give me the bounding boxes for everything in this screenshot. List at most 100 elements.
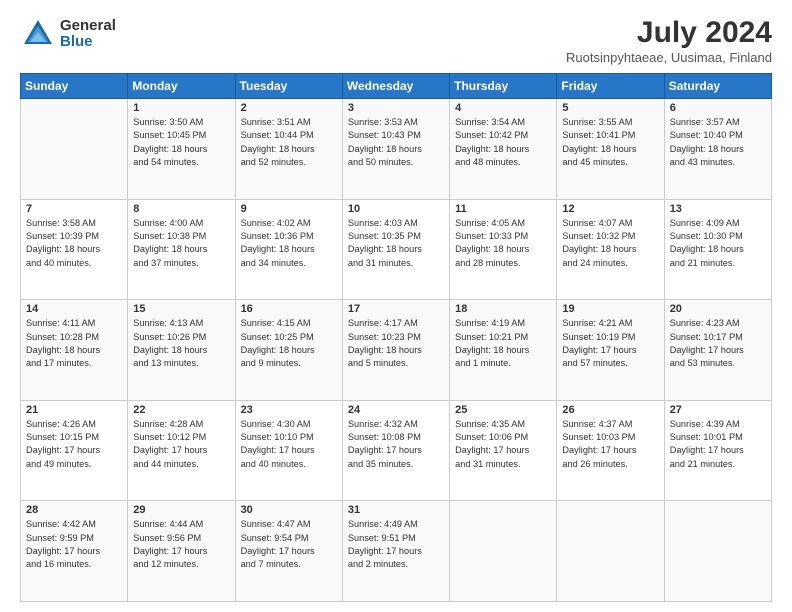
day-number: 23 — [241, 404, 337, 416]
calendar-week-4: 21 Sunrise: 4:26 AM Sunset: 10:15 PM Dayl… — [21, 400, 772, 501]
calendar-cell: 11 Sunrise: 4:05 AM Sunset: 10:33 PM Dayl… — [450, 199, 557, 300]
calendar-cell — [450, 501, 557, 602]
day-info: Sunrise: 4:47 AM Sunset: 9:54 PM Dayligh… — [241, 518, 337, 571]
calendar-cell: 6 Sunrise: 3:57 AM Sunset: 10:40 PM Dayli… — [664, 99, 771, 200]
calendar-header: Sunday Monday Tuesday Wednesday Thursday… — [21, 74, 772, 99]
calendar-cell — [21, 99, 128, 200]
day-info: Sunrise: 4:23 AM Sunset: 10:17 PM Daylig… — [670, 317, 766, 370]
col-friday: Friday — [557, 74, 664, 99]
calendar-cell: 25 Sunrise: 4:35 AM Sunset: 10:06 PM Dayl… — [450, 400, 557, 501]
calendar-cell: 26 Sunrise: 4:37 AM Sunset: 10:03 PM Dayl… — [557, 400, 664, 501]
day-number: 19 — [562, 303, 658, 315]
day-info: Sunrise: 4:39 AM Sunset: 10:01 PM Daylig… — [670, 418, 766, 471]
logo-general-text: General — [60, 18, 116, 35]
day-info: Sunrise: 4:35 AM Sunset: 10:06 PM Daylig… — [455, 418, 551, 471]
calendar-cell: 30 Sunrise: 4:47 AM Sunset: 9:54 PM Dayli… — [235, 501, 342, 602]
day-number: 29 — [133, 504, 229, 516]
calendar-cell: 7 Sunrise: 3:58 AM Sunset: 10:39 PM Dayli… — [21, 199, 128, 300]
day-number: 24 — [348, 404, 444, 416]
calendar-body: 1 Sunrise: 3:50 AM Sunset: 10:45 PM Dayli… — [21, 99, 772, 602]
calendar-cell — [557, 501, 664, 602]
col-monday: Monday — [128, 74, 235, 99]
day-number: 20 — [670, 303, 766, 315]
calendar-cell: 27Sunrise: 4:39 AM Sunset: 10:01 PM Dayl… — [664, 400, 771, 501]
col-thursday: Thursday — [450, 74, 557, 99]
day-info: Sunrise: 4:03 AM Sunset: 10:35 PM Daylig… — [348, 217, 444, 270]
day-number: 5 — [562, 102, 658, 114]
day-info: Sunrise: 3:50 AM Sunset: 10:45 PM Daylig… — [133, 116, 229, 169]
calendar-cell: 5Sunrise: 3:55 AM Sunset: 10:41 PM Dayli… — [557, 99, 664, 200]
calendar-week-3: 14 Sunrise: 4:11 AM Sunset: 10:28 PM Dayl… — [21, 300, 772, 401]
calendar-cell: 10 Sunrise: 4:03 AM Sunset: 10:35 PM Dayl… — [342, 199, 449, 300]
calendar-cell: 31Sunrise: 4:49 AM Sunset: 9:51 PM Dayli… — [342, 501, 449, 602]
day-number: 16 — [241, 303, 337, 315]
day-info: Sunrise: 4:11 AM Sunset: 10:28 PM Daylig… — [26, 317, 122, 370]
day-info: Sunrise: 4:17 AM Sunset: 10:23 PM Daylig… — [348, 317, 444, 370]
day-info: Sunrise: 4:05 AM Sunset: 10:33 PM Daylig… — [455, 217, 551, 270]
calendar-cell: 1 Sunrise: 3:50 AM Sunset: 10:45 PM Dayli… — [128, 99, 235, 200]
day-info: Sunrise: 4:21 AM Sunset: 10:19 PM Daylig… — [562, 317, 658, 370]
logo-text: General Blue — [60, 18, 116, 51]
day-number: 4 — [455, 102, 551, 114]
day-number: 1 — [133, 102, 229, 114]
calendar-cell: 23 Sunrise: 4:30 AM Sunset: 10:10 PM Dayl… — [235, 400, 342, 501]
day-info: Sunrise: 4:49 AM Sunset: 9:51 PM Dayligh… — [348, 518, 444, 571]
day-info: Sunrise: 3:51 AM Sunset: 10:44 PM Daylig… — [241, 116, 337, 169]
header-row: Sunday Monday Tuesday Wednesday Thursday… — [21, 74, 772, 99]
day-number: 15 — [133, 303, 229, 315]
day-number: 10 — [348, 203, 444, 215]
day-info: Sunrise: 4:32 AM Sunset: 10:08 PM Daylig… — [348, 418, 444, 471]
calendar-cell: 8Sunrise: 4:00 AM Sunset: 10:38 PM Dayli… — [128, 199, 235, 300]
day-number: 18 — [455, 303, 551, 315]
day-info: Sunrise: 4:37 AM Sunset: 10:03 PM Daylig… — [562, 418, 658, 471]
day-info: Sunrise: 4:19 AM Sunset: 10:21 PM Daylig… — [455, 317, 551, 370]
calendar-cell: 19 Sunrise: 4:21 AM Sunset: 10:19 PM Dayl… — [557, 300, 664, 401]
page: General Blue July 2024 Ruotsinpyhtaeae, … — [0, 0, 792, 612]
calendar-cell: 15 Sunrise: 4:13 AM Sunset: 10:26 PM Dayl… — [128, 300, 235, 401]
day-info: Sunrise: 4:07 AM Sunset: 10:32 PM Daylig… — [562, 217, 658, 270]
day-info: Sunrise: 4:26 AM Sunset: 10:15 PM Daylig… — [26, 418, 122, 471]
calendar-cell: 24 Sunrise: 4:32 AM Sunset: 10:08 PM Dayl… — [342, 400, 449, 501]
day-number: 7 — [26, 203, 122, 215]
calendar-cell: 21 Sunrise: 4:26 AM Sunset: 10:15 PM Dayl… — [21, 400, 128, 501]
day-number: 21 — [26, 404, 122, 416]
day-info: Sunrise: 3:57 AM Sunset: 10:40 PM Daylig… — [670, 116, 766, 169]
col-tuesday: Tuesday — [235, 74, 342, 99]
day-number: 6 — [670, 102, 766, 114]
calendar-cell: 28 Sunrise: 4:42 AM Sunset: 9:59 PM Dayli… — [21, 501, 128, 602]
day-info: Sunrise: 4:00 AM Sunset: 10:38 PM Daylig… — [133, 217, 229, 270]
calendar-cell — [664, 501, 771, 602]
day-number: 13 — [670, 203, 766, 215]
day-info: Sunrise: 4:42 AM Sunset: 9:59 PM Dayligh… — [26, 518, 122, 571]
day-info: Sunrise: 3:58 AM Sunset: 10:39 PM Daylig… — [26, 217, 122, 270]
day-info: Sunrise: 4:28 AM Sunset: 10:12 PM Daylig… — [133, 418, 229, 471]
calendar-cell: 22 Sunrise: 4:28 AM Sunset: 10:12 PM Dayl… — [128, 400, 235, 501]
day-number: 30 — [241, 504, 337, 516]
day-info: Sunrise: 4:02 AM Sunset: 10:36 PM Daylig… — [241, 217, 337, 270]
day-info: Sunrise: 4:13 AM Sunset: 10:26 PM Daylig… — [133, 317, 229, 370]
day-number: 11 — [455, 203, 551, 215]
calendar-cell: 2Sunrise: 3:51 AM Sunset: 10:44 PM Dayli… — [235, 99, 342, 200]
col-wednesday: Wednesday — [342, 74, 449, 99]
day-number: 14 — [26, 303, 122, 315]
col-sunday: Sunday — [21, 74, 128, 99]
day-number: 28 — [26, 504, 122, 516]
day-number: 25 — [455, 404, 551, 416]
title-block: July 2024 Ruotsinpyhtaeae, Uusimaa, Finl… — [566, 16, 772, 65]
day-info: Sunrise: 4:44 AM Sunset: 9:56 PM Dayligh… — [133, 518, 229, 571]
day-number: 12 — [562, 203, 658, 215]
header: General Blue July 2024 Ruotsinpyhtaeae, … — [20, 16, 772, 65]
day-number: 26 — [562, 404, 658, 416]
calendar-cell: 4Sunrise: 3:54 AM Sunset: 10:42 PM Dayli… — [450, 99, 557, 200]
logo-icon — [20, 16, 56, 52]
day-number: 9 — [241, 203, 337, 215]
day-number: 22 — [133, 404, 229, 416]
day-info: Sunrise: 4:30 AM Sunset: 10:10 PM Daylig… — [241, 418, 337, 471]
calendar-cell: 13 Sunrise: 4:09 AM Sunset: 10:30 PM Dayl… — [664, 199, 771, 300]
day-info: Sunrise: 4:09 AM Sunset: 10:30 PM Daylig… — [670, 217, 766, 270]
calendar-cell: 29 Sunrise: 4:44 AM Sunset: 9:56 PM Dayli… — [128, 501, 235, 602]
calendar-cell: 14 Sunrise: 4:11 AM Sunset: 10:28 PM Dayl… — [21, 300, 128, 401]
calendar-cell: 9 Sunrise: 4:02 AM Sunset: 10:36 PM Dayli… — [235, 199, 342, 300]
logo-blue-text: Blue — [60, 34, 116, 51]
day-number: 3 — [348, 102, 444, 114]
